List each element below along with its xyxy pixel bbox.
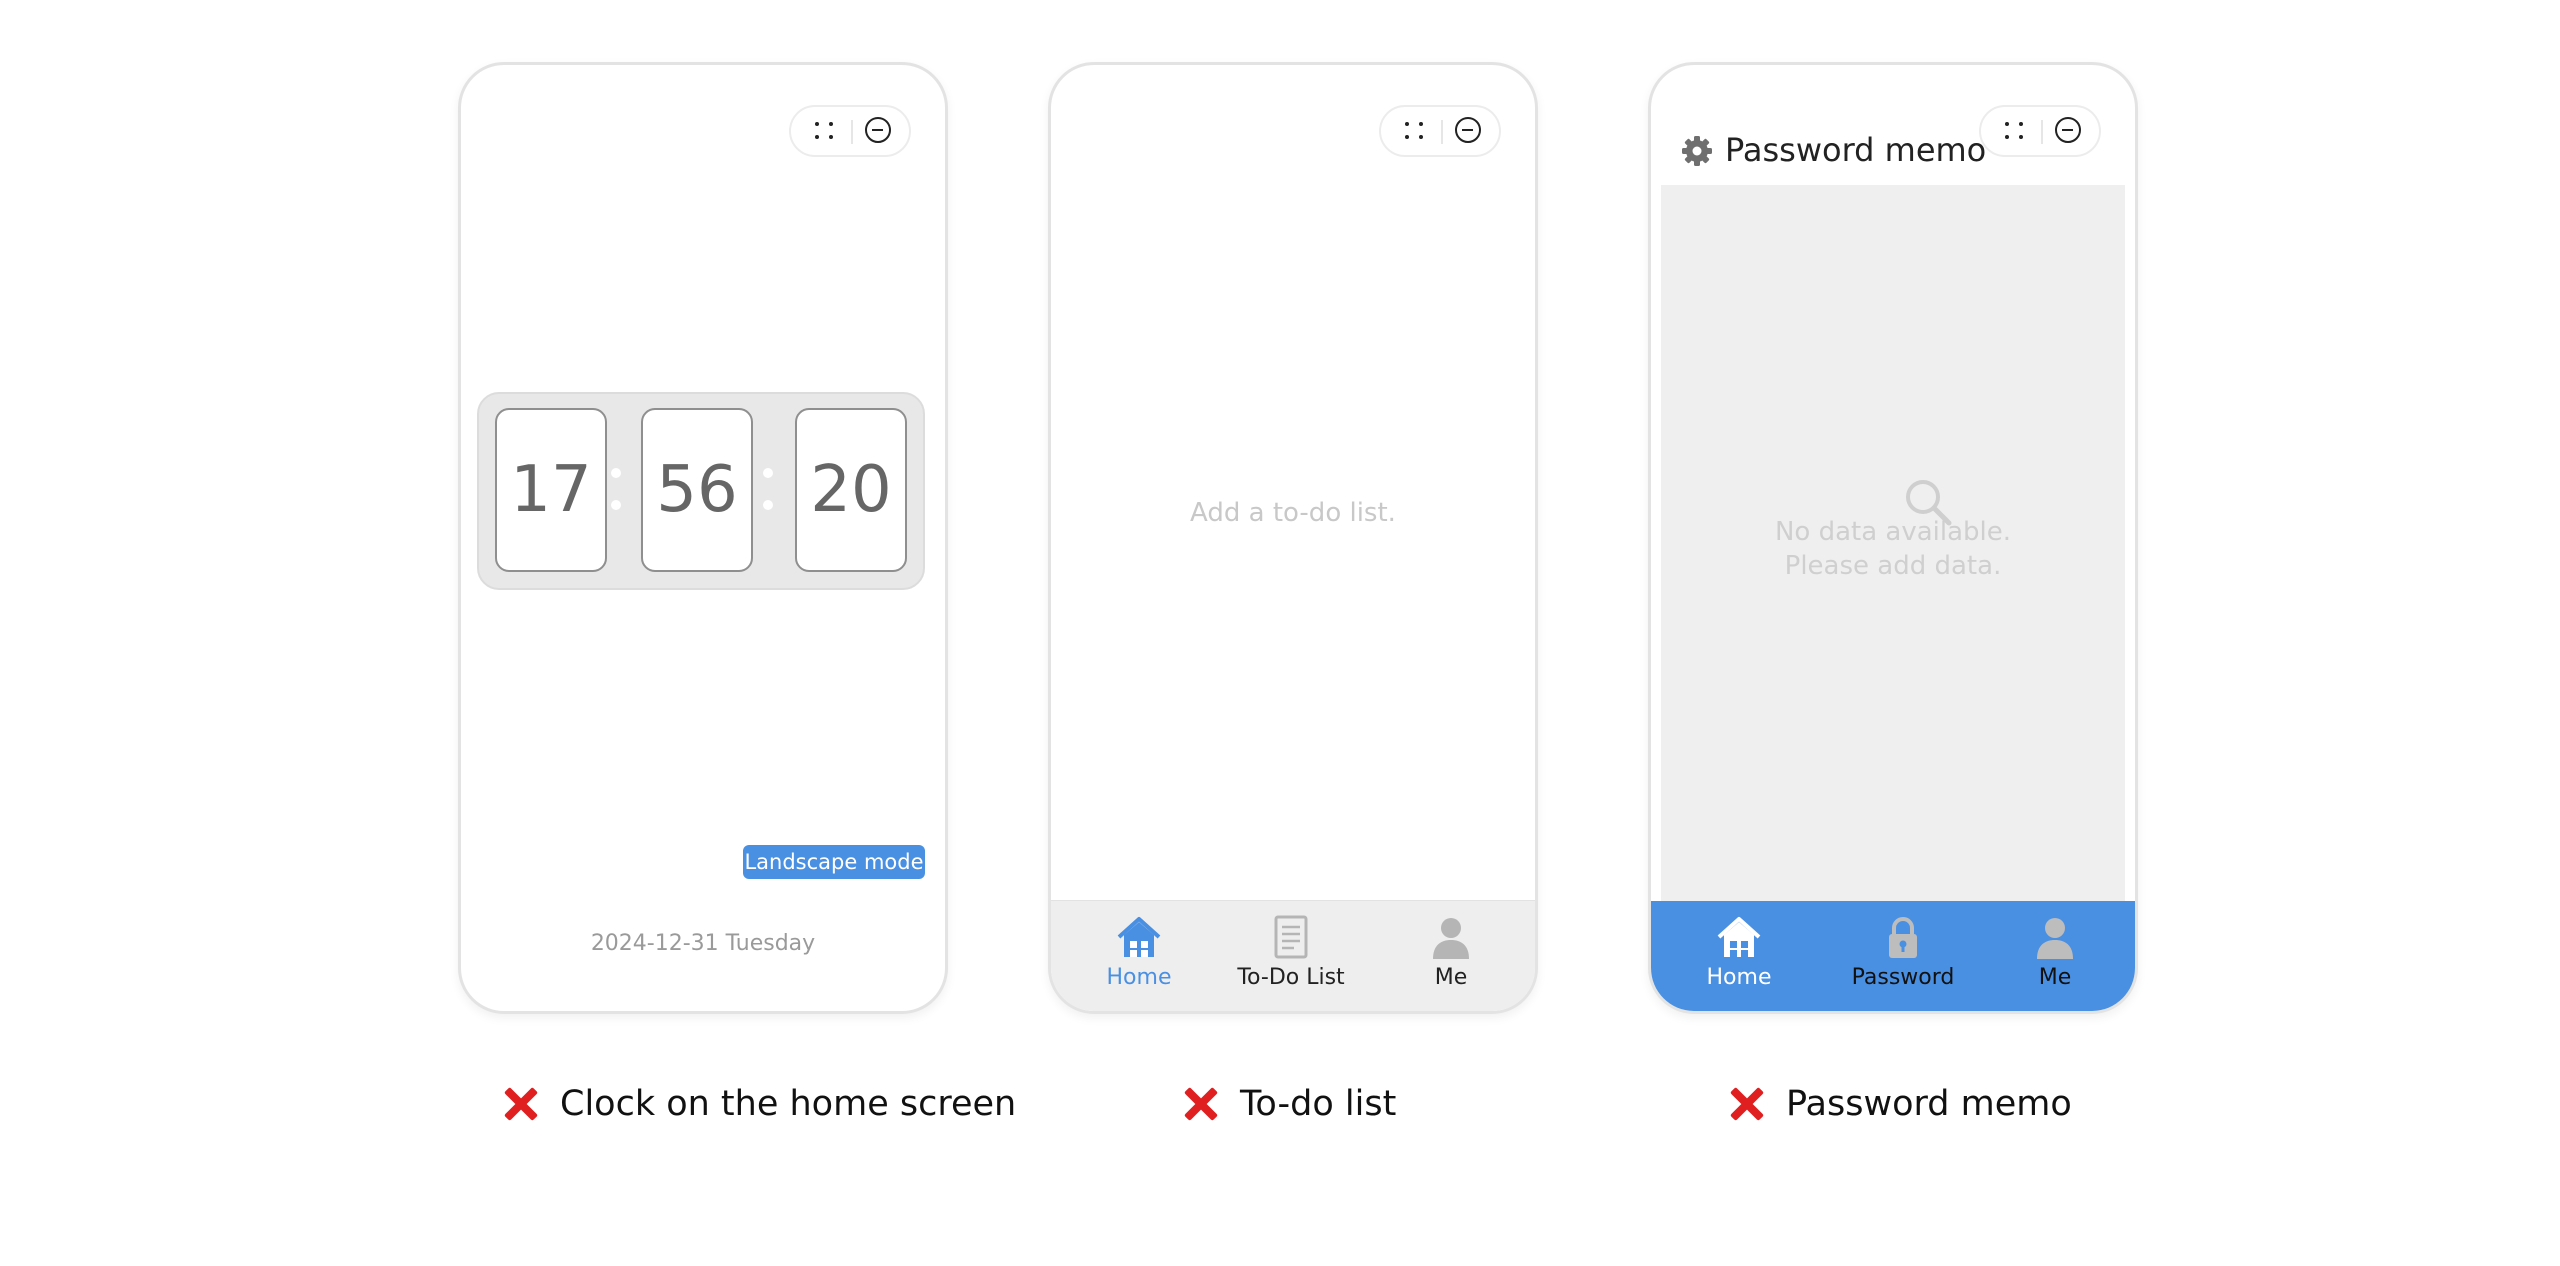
cross-icon	[500, 1084, 540, 1124]
home-icon	[1717, 917, 1761, 957]
minimize-icon[interactable]	[1455, 117, 1481, 143]
empty-state-message: Add a to-do list.	[1190, 498, 1396, 528]
capsule-divider	[1441, 120, 1443, 144]
tab-label: Home	[1106, 965, 1172, 990]
empty-state-message: No data available. Please add data.	[1661, 515, 2125, 583]
caption-text: Clock on the home screen	[560, 1084, 1017, 1124]
bottom-tab-bar: Home To-Do List Me	[1051, 900, 1535, 1011]
date-label: 2024-12-31 Tuesday	[590, 931, 816, 956]
tab-label: Home	[1706, 965, 1772, 990]
more-icon[interactable]	[813, 119, 837, 143]
minimize-icon[interactable]	[865, 117, 891, 143]
tab-todo-list[interactable]: To-Do List	[1221, 915, 1361, 1001]
mini-program-capsule	[1979, 105, 2101, 157]
minutes-card: 56	[641, 408, 753, 572]
tab-password[interactable]: Password	[1833, 915, 1973, 1001]
tab-label: Me	[2038, 965, 2072, 990]
colon-separator	[763, 468, 773, 512]
flip-clock: 17 56 20	[477, 392, 925, 590]
cross-icon	[1180, 1084, 1220, 1124]
caption-text: Password memo	[1786, 1084, 2072, 1124]
tab-home[interactable]: Home	[1069, 915, 1209, 1001]
empty-state-line: No data available.	[1774, 517, 2012, 547]
seconds-card: 20	[795, 408, 907, 572]
cross-icon	[1726, 1084, 1766, 1124]
bottom-tab-bar: Home Password Me	[1651, 901, 2135, 1011]
hours-card: 17	[495, 408, 607, 572]
password-memo-screen: Password memo No data available. Please …	[1648, 62, 2138, 1014]
checklist-icon	[1274, 915, 1308, 959]
tab-label: Password	[1851, 965, 1955, 990]
tab-label: Me	[1434, 965, 1468, 990]
capsule-divider	[851, 120, 853, 144]
tab-label: To-Do List	[1237, 965, 1345, 990]
colon-separator	[611, 468, 621, 512]
capsule-divider	[2041, 120, 2043, 144]
minimize-icon[interactable]	[2055, 117, 2081, 143]
more-icon[interactable]	[1403, 119, 1427, 143]
empty-state-line: Please add data.	[1784, 551, 2002, 581]
tab-me[interactable]: Me	[1985, 915, 2125, 1001]
caption-text: To-do list	[1240, 1084, 1397, 1124]
page-title: Password memo	[1725, 131, 1987, 169]
password-list-area: No data available. Please add data. +	[1661, 185, 2125, 1005]
lock-icon	[1889, 917, 1917, 958]
tab-me[interactable]: Me	[1381, 915, 1521, 1001]
mini-program-capsule	[789, 105, 911, 157]
person-icon	[1433, 918, 1469, 959]
person-icon	[2037, 918, 2073, 959]
todo-screen: Add a to-do list. Home To-Do List Me	[1048, 62, 1538, 1014]
home-icon	[1117, 917, 1161, 957]
tab-home[interactable]: Home	[1669, 915, 1809, 1001]
clock-screen: 17 56 20 Landscape mode 2024-12-31 Tuesd…	[458, 62, 948, 1014]
mini-program-capsule	[1379, 105, 1501, 157]
landscape-mode-button[interactable]: Landscape mode	[743, 845, 925, 879]
more-icon[interactable]	[2003, 119, 2027, 143]
gear-icon[interactable]	[1681, 135, 1713, 167]
